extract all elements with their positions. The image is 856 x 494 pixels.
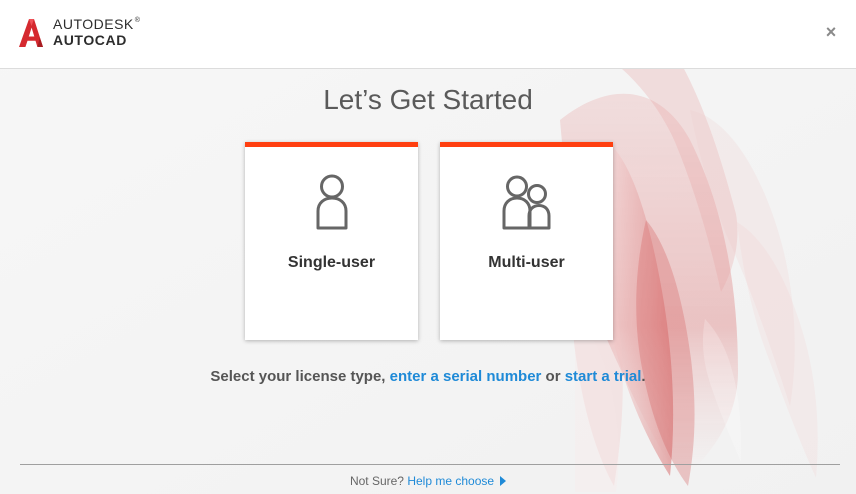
license-middle: or	[541, 368, 565, 385]
close-icon: ×	[825, 22, 837, 42]
brand-wordmark: AUTODESK® AUTOCAD	[53, 17, 140, 47]
footer: Not Sure? Help me choose	[0, 474, 856, 488]
serial-number-link[interactable]: enter a serial number	[390, 368, 542, 385]
license-suffix: .	[641, 368, 646, 385]
multi-user-icon	[440, 172, 613, 232]
not-sure-text: Not Sure?	[349, 474, 408, 488]
multi-user-label: Multi-user	[488, 254, 565, 271]
card-accent-bar	[440, 142, 613, 147]
single-user-card[interactable]: Single-user	[245, 142, 418, 340]
autocad-a-logo-icon	[19, 19, 43, 47]
single-user-label: Single-user	[287, 254, 376, 271]
play-right-icon	[500, 476, 507, 486]
start-trial-link[interactable]: start a trial	[565, 368, 642, 385]
single-user-icon	[245, 172, 418, 232]
help-me-choose-link[interactable]: Help me choose	[407, 474, 507, 488]
license-prefix: Select your license type,	[210, 368, 390, 385]
brand-autodesk: AUTODESK®	[53, 16, 141, 32]
license-instructions: Select your license type, enter a serial…	[0, 368, 856, 385]
header: AUTODESK® AUTOCAD ×	[0, 0, 856, 69]
close-button[interactable]: ×	[824, 22, 838, 42]
main-content: Let’s Get Started Single-user Multi-user…	[0, 69, 856, 494]
multi-user-card[interactable]: Multi-user	[440, 142, 613, 340]
license-dialog: AUTODESK® AUTOCAD × Let’s Get Started Si…	[0, 0, 856, 494]
footer-divider	[20, 464, 840, 465]
page-title: Let’s Get Started	[323, 84, 533, 115]
card-accent-bar	[245, 142, 418, 147]
brand-autocad: AUTOCAD	[53, 32, 127, 48]
